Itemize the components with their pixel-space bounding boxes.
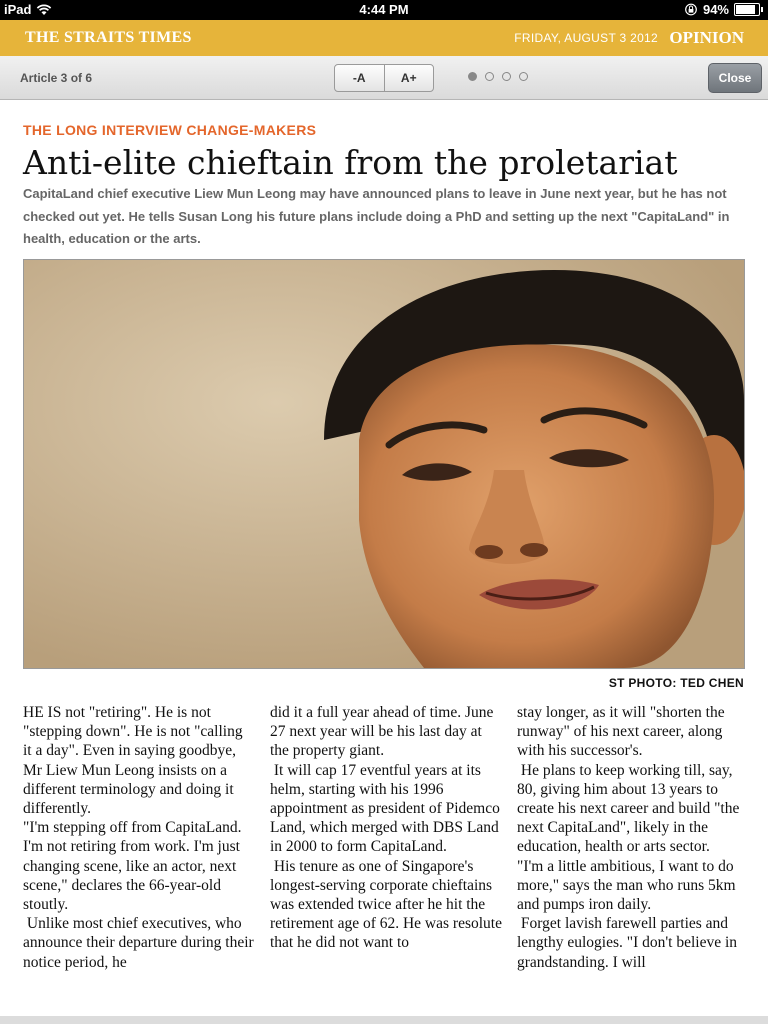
article-photo xyxy=(23,259,745,669)
page-dot[interactable] xyxy=(519,72,528,81)
article-headline: Anti-elite chieftain from the proletaria… xyxy=(23,143,678,182)
page-dot[interactable] xyxy=(485,72,494,81)
body-paragraph: His tenure as one of Singapore's longest… xyxy=(270,857,506,952)
body-paragraph: HE IS not "retiring". He is not "steppin… xyxy=(23,704,247,818)
masthead: THE STRAITS TIMES FRIDAY, AUGUST 3 2012 … xyxy=(0,20,768,56)
reader-toolbar: Article 3 of 6 -A A+ Close xyxy=(0,56,768,100)
body-paragraph: "I'm a little ambitious, I want to do mo… xyxy=(517,857,740,914)
body-column-2: did it a full year ahead of time. June 2… xyxy=(270,703,502,953)
photo-credit: ST PHOTO: TED CHEN xyxy=(608,676,744,690)
publication-logo: THE STRAITS TIMES xyxy=(25,29,192,46)
body-paragraph: did it a full year ahead of time. June 2… xyxy=(270,704,498,760)
body-paragraph: Unlike most chief executives, who announ… xyxy=(23,915,258,971)
page-dot[interactable] xyxy=(502,72,511,81)
bottom-edge xyxy=(0,1016,768,1024)
status-bar: iPad 4:44 PM 94% xyxy=(0,0,768,20)
issue-date: FRIDAY, AUGUST 3 2012 xyxy=(514,31,658,45)
font-size-control: -A A+ xyxy=(334,64,434,92)
body-paragraph: Forget lavish farewell parties and lengt… xyxy=(517,915,741,971)
page-dot[interactable] xyxy=(468,72,477,81)
body-column-1: HE IS not "retiring". He is not "steppin… xyxy=(23,703,255,972)
section-name: OPINION xyxy=(669,28,744,47)
clock: 4:44 PM xyxy=(359,2,409,17)
body-paragraph: He plans to keep working till, say, 80, … xyxy=(517,761,744,856)
article-position: Article 3 of 6 xyxy=(20,71,93,85)
battery-icon xyxy=(734,3,763,16)
battery-percent: 94% xyxy=(702,2,729,17)
page-indicator[interactable] xyxy=(468,72,536,81)
decrease-font-button[interactable]: -A xyxy=(335,65,384,91)
article-kicker: THE LONG INTERVIEW CHANGE-MAKERS xyxy=(23,122,317,138)
body-column-3: stay longer, as it will "shorten the run… xyxy=(517,703,749,972)
body-paragraph: "I'm stepping off from CapitaLand. I'm n… xyxy=(23,819,246,914)
portrait-image xyxy=(24,260,744,668)
close-button[interactable]: Close xyxy=(708,63,762,93)
battery-fill xyxy=(736,5,755,14)
body-paragraph: stay longer, as it will "shorten the run… xyxy=(517,704,729,760)
body-paragraph: It will cap 17 eventful years at its hel… xyxy=(270,761,504,856)
rotation-lock-icon xyxy=(685,3,697,16)
increase-font-button[interactable]: A+ xyxy=(383,65,434,91)
article-standfirst: CapitaLand chief executive Liew Mun Leon… xyxy=(23,186,730,246)
